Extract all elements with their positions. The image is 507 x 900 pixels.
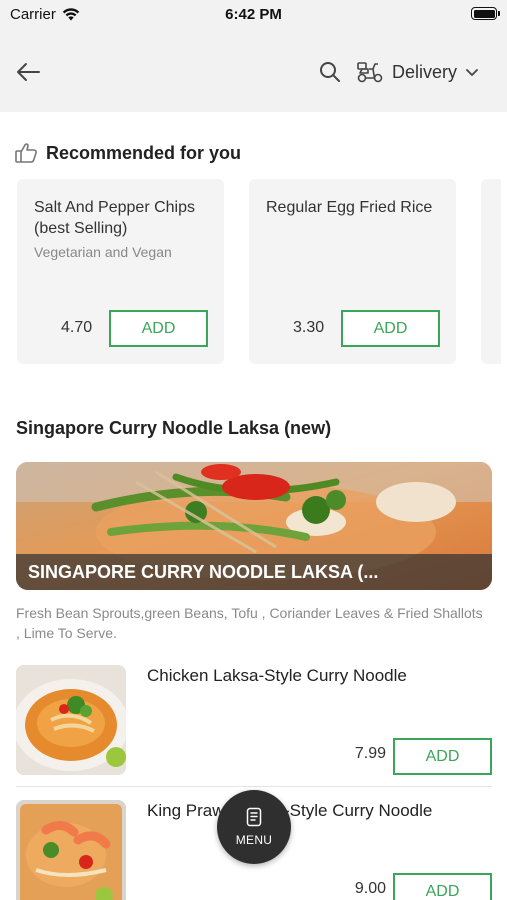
item-name: Chicken Laksa-Style Curry Noodle (147, 666, 407, 685)
recommended-item-price: 3.30 (293, 319, 325, 336)
king-prawn-laksa-photo (16, 800, 126, 900)
recommended-card[interactable]: Salt And Pepper Chips (best Selling) Veg… (17, 179, 224, 364)
delivery-mode-selector[interactable]: Delivery (356, 54, 479, 90)
add-button[interactable]: ADD (109, 310, 208, 347)
search-icon (320, 62, 340, 82)
chevron-down-icon (466, 69, 478, 76)
add-button[interactable]: ADD (393, 873, 492, 900)
item-name: King Prawn Laksa-Style Curry Noodle (147, 801, 433, 820)
add-button[interactable]: ADD (341, 310, 440, 347)
item-thumbnail (16, 800, 126, 900)
recommended-item-name: Regular Egg Fried Rice (266, 199, 433, 216)
add-button[interactable]: ADD (393, 738, 492, 775)
item-price: 7.99 (354, 745, 386, 762)
recommended-item-price: 4.70 (61, 319, 93, 336)
battery-level (473, 9, 495, 18)
recommended-header: Recommended for you (14, 142, 241, 164)
item-price: 9.00 (354, 880, 386, 897)
arrow-left-icon (17, 63, 40, 81)
recommended-card-next[interactable] (481, 179, 501, 364)
banner-caption: SINGAPORE CURRY NOODLE LAKSA (... (16, 554, 492, 590)
recommended-item-name: Salt And Pepper Chips (best Selling) (34, 199, 195, 237)
status-bar: Carrier 6:42 PM (0, 0, 507, 30)
section-banner[interactable]: SINGAPORE CURRY NOODLE LAKSA (... (16, 462, 492, 590)
recommended-card[interactable]: Regular Egg Fried Rice 3.30 ADD (249, 179, 456, 364)
item-divider (16, 786, 492, 787)
search-button[interactable] (316, 58, 344, 86)
menu-book-icon (246, 807, 262, 827)
section-title: Singapore Curry Noodle Laksa (new) (16, 418, 332, 438)
item-thumbnail (16, 665, 126, 775)
top-navigation-bar: Delivery (0, 30, 507, 112)
menu-item[interactable]: Chicken Laksa-Style Curry Noodle 7.99 AD… (0, 665, 507, 785)
recommended-title: Recommended for you (46, 142, 242, 163)
scooter-icon (357, 62, 383, 83)
section-description: Fresh Bean Sprouts,green Beans, Tofu , C… (16, 605, 483, 641)
back-button[interactable] (12, 56, 44, 88)
menu-label: MENU (235, 833, 273, 847)
banner-caption-text: SINGAPORE CURRY NOODLE LAKSA (... (28, 561, 379, 582)
thumbs-up-icon (15, 143, 37, 163)
status-time: 6:42 PM (225, 6, 282, 23)
chicken-laksa-photo (16, 665, 126, 775)
battery-icon (471, 7, 500, 20)
delivery-label: Delivery (392, 61, 458, 82)
menu-button[interactable]: MENU (217, 790, 291, 864)
recommended-item-subtitle: Vegetarian and Vegan (34, 244, 172, 260)
